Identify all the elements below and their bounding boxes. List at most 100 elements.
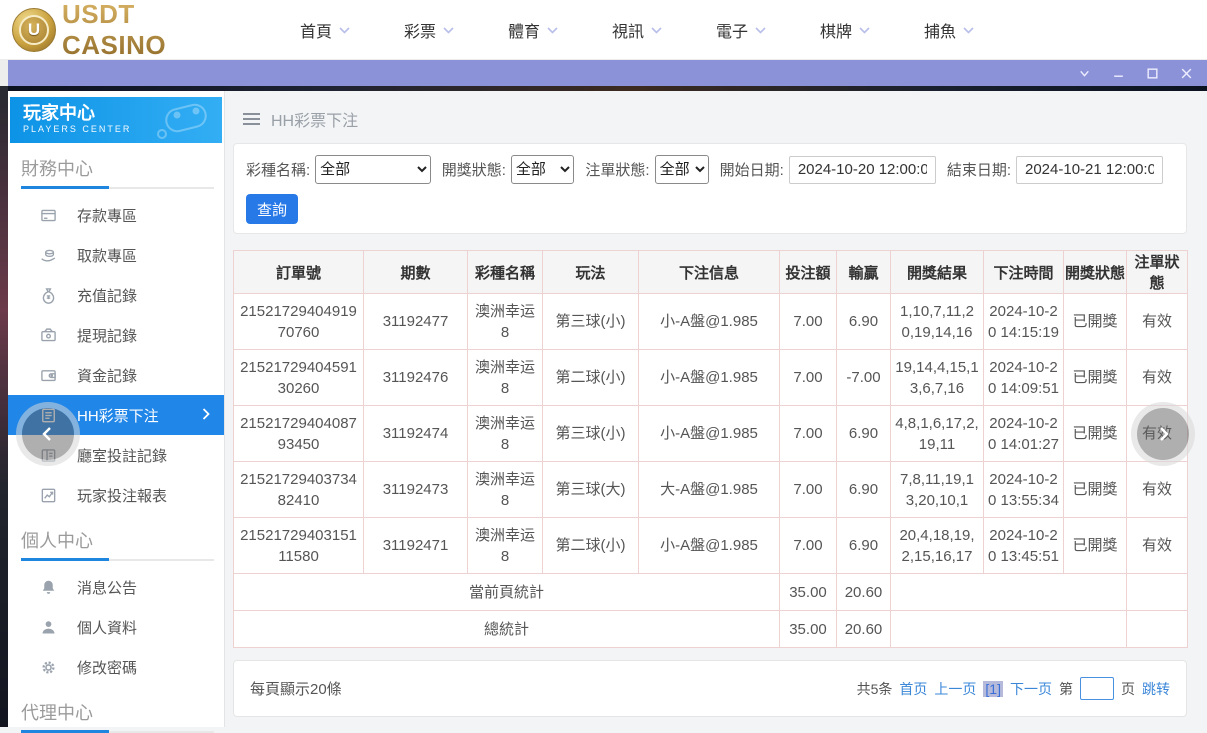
- jump-prefix-label: 第: [1059, 679, 1073, 699]
- main-content: HH彩票下注 彩種名稱: 全部 開獎狀態: 全部 注單狀態: 全部 開始日期: …: [225, 91, 1207, 727]
- site-logo[interactable]: U USDT CASINO: [12, 0, 227, 61]
- table-cell: 已開獎: [1064, 462, 1127, 518]
- table-cell: 2152172940491970760: [234, 294, 364, 350]
- nav-item-2[interactable]: 體育: [481, 18, 585, 42]
- scroll-right-button[interactable]: [1137, 408, 1189, 460]
- column-header: 開獎結果: [891, 251, 984, 294]
- sidebar-item-label: 存款專區: [77, 205, 137, 226]
- nav-item-label: 體育: [508, 18, 540, 42]
- summary-cell: 20.60: [837, 611, 891, 648]
- table-cell: 小-A盤@1.985: [639, 294, 780, 350]
- table-cell: 澳洲幸运8: [468, 518, 543, 574]
- table-cell: 已開獎: [1064, 406, 1127, 462]
- bets-table: 訂單號期數彩種名稱玩法下注信息投注額輸贏開獎結果下注時間開獎狀態注單狀態 215…: [233, 250, 1188, 648]
- table-row: 215217294049197076031192477澳洲幸运8第三球(小)小-…: [234, 294, 1188, 350]
- page-size-text: 每頁顯示20條: [250, 678, 342, 699]
- chevron-down-icon: [443, 21, 454, 39]
- chevron-down-icon: [859, 21, 870, 39]
- table-cell: 6.90: [837, 294, 891, 350]
- table-cell: 澳洲幸运8: [468, 350, 543, 406]
- sidebar-item-玩家投注報表[interactable]: 玩家投注報表: [8, 475, 224, 515]
- column-header: 期數: [364, 251, 468, 294]
- jump-button[interactable]: 跳转: [1142, 679, 1170, 699]
- menu-toggle-icon[interactable]: [243, 113, 260, 125]
- order-status-label: 注單狀態:: [585, 159, 649, 180]
- table-cell: 31192471: [364, 518, 468, 574]
- nav-item-6[interactable]: 捕魚: [897, 18, 1001, 42]
- collapse-sidebar-button[interactable]: [22, 408, 74, 460]
- nav-item-3[interactable]: 視訊: [585, 18, 689, 42]
- window-minimize-icon[interactable]: [1111, 66, 1125, 80]
- app-window: 玩家中心 PLAYERS CENTER 財務中心存款專區取款專區充值記錄提現記錄…: [8, 91, 1207, 727]
- end-date-input[interactable]: [1016, 156, 1163, 184]
- column-header: 投注額: [780, 251, 837, 294]
- window-dropdown-icon[interactable]: [1077, 66, 1091, 80]
- sidebar-item-個人資料[interactable]: 個人資料: [8, 607, 224, 647]
- table-row: 215217294040879345031192474澳洲幸运8第三球(小)小-…: [234, 406, 1188, 462]
- column-header: 玩法: [543, 251, 639, 294]
- chevron-right-icon: [202, 407, 210, 424]
- nav-item-label: 彩票: [404, 18, 436, 42]
- start-date-input[interactable]: [789, 156, 936, 184]
- section-underline: [21, 187, 214, 189]
- sidebar-item-label: 廳室投註記錄: [77, 445, 167, 466]
- table-cell: 2024-10-20 13:45:51: [984, 518, 1064, 574]
- sidebar-item-修改密碼[interactable]: 修改密碼: [8, 647, 224, 687]
- window-maximize-icon[interactable]: [1145, 66, 1159, 80]
- table-cell: 7,8,11,19,13,20,10,1: [891, 462, 984, 518]
- summary-row: 當前頁統計35.0020.60: [234, 574, 1188, 611]
- table-cell: 7.00: [780, 518, 837, 574]
- pager: 共5条 首页 上一页 [1] 下一页 第 页 跳转: [857, 677, 1170, 700]
- table-cell: 澳洲幸运8: [468, 462, 543, 518]
- window-close-icon[interactable]: [1179, 66, 1193, 80]
- table-cell: 7.00: [780, 406, 837, 462]
- table-cell: 有效: [1127, 294, 1188, 350]
- table-cell: 19,14,4,15,13,6,7,16: [891, 350, 984, 406]
- order-status-select[interactable]: 全部: [655, 155, 709, 184]
- first-page-link[interactable]: 首页: [899, 679, 927, 699]
- nav-item-5[interactable]: 棋牌: [793, 18, 897, 42]
- logo-text: USDT CASINO: [62, 0, 227, 61]
- page-number-input[interactable]: [1080, 677, 1114, 700]
- nav-item-4[interactable]: 電子: [689, 18, 793, 42]
- table-cell: 2024-10-20 14:15:19: [984, 294, 1064, 350]
- sidebar-item-label: 充值記錄: [77, 285, 137, 306]
- sidebar-item-label: 消息公告: [77, 577, 137, 598]
- sidebar-item-消息公告[interactable]: 消息公告: [8, 567, 224, 607]
- sidebar-item-存款專區[interactable]: 存款專區: [8, 195, 224, 235]
- filter-panel: 彩種名稱: 全部 開獎狀態: 全部 注單狀態: 全部 開始日期: 結束日期: 查…: [233, 143, 1187, 234]
- section-title-2: 代理中心: [8, 687, 224, 731]
- nav-item-label: 首頁: [300, 18, 332, 42]
- table-cell: 2024-10-20 13:55:34: [984, 462, 1064, 518]
- section-title-1: 個人中心: [8, 515, 224, 559]
- chevron-down-icon: [755, 21, 766, 39]
- draw-status-select[interactable]: 全部: [511, 155, 575, 184]
- sidebar-item-充值記錄[interactable]: 充值記錄: [8, 275, 224, 315]
- sidebar-item-取款專區[interactable]: 取款專區: [8, 235, 224, 275]
- sidebar-item-label: 提現記錄: [77, 325, 137, 346]
- nav-item-label: 捕魚: [924, 18, 956, 42]
- column-header: 訂單號: [234, 251, 364, 294]
- table-cell: 31192473: [364, 462, 468, 518]
- nav-item-1[interactable]: 彩票: [377, 18, 481, 42]
- summary-cell: 20.60: [837, 574, 891, 611]
- report-chart-icon: [40, 487, 57, 504]
- table-cell: 2152172940373482410: [234, 462, 364, 518]
- lottery-name-select[interactable]: 全部: [315, 155, 431, 184]
- column-header: 彩種名稱: [468, 251, 543, 294]
- table-cell: 小-A盤@1.985: [639, 350, 780, 406]
- prev-page-link[interactable]: 上一页: [934, 679, 976, 699]
- nav-item-0[interactable]: 首頁: [273, 18, 377, 42]
- table-cell: 31192474: [364, 406, 468, 462]
- section-title-0: 財務中心: [8, 143, 224, 187]
- table-cell: 2152172940315111580: [234, 518, 364, 574]
- table-cell: 澳洲幸运8: [468, 406, 543, 462]
- funds-wallet-icon: [40, 367, 57, 384]
- sidebar-item-提現記錄[interactable]: 提現記錄: [8, 315, 224, 355]
- nav-item-label: 棋牌: [820, 18, 852, 42]
- query-button[interactable]: 查詢: [246, 194, 298, 224]
- coin-monogram: U: [19, 15, 49, 45]
- next-page-link[interactable]: 下一页: [1010, 679, 1052, 699]
- current-page-badge: [1]: [983, 681, 1003, 697]
- sidebar-item-資金記錄[interactable]: 資金記錄: [8, 355, 224, 395]
